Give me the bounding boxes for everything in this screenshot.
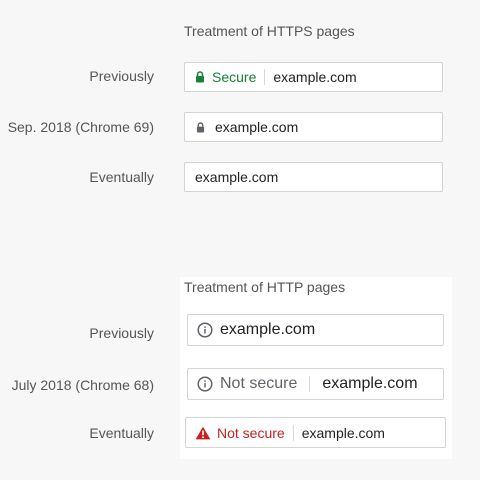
https-address-bar-chrome69[interactable]: example.com [184,112,443,142]
http-row-label-chrome68: July 2018 (Chrome 68) [11,377,154,393]
url-text: example.com [220,321,316,338]
https-row-label-previously: Previously [89,68,154,84]
https-section-heading: Treatment of HTTPS pages [184,23,355,39]
not-secure-badge: Not secure [217,424,285,441]
url-text: example.com [195,169,279,185]
http-address-bar-previously[interactable]: example.com [187,314,444,346]
http-address-bar-eventually[interactable]: Not secure example.com [185,417,446,448]
separator [292,424,294,441]
url-text: example.com [273,69,357,85]
http-row-label-previously: Previously [89,325,154,341]
info-icon [197,322,213,338]
https-row-label-eventually: Eventually [89,169,154,185]
secure-badge: Secure [212,69,257,85]
separator [264,69,266,85]
warning-icon [195,426,211,440]
url-text: example.com [322,375,418,392]
http-row-label-eventually: Eventually [89,425,154,441]
http-address-bar-chrome68[interactable]: Not secure example.com [187,368,444,400]
url-text: example.com [301,424,385,441]
info-icon [197,376,213,392]
http-section-heading: Treatment of HTTP pages [184,279,346,295]
https-row-label-chrome69: Sep. 2018 (Chrome 69) [7,119,154,135]
lock-icon [196,121,205,133]
https-address-bar-eventually[interactable]: example.com [184,162,443,192]
not-secure-badge: Not secure [220,375,298,392]
https-address-bar-previously[interactable]: Secure example.com [184,62,443,92]
url-text: example.com [215,119,299,135]
separator [309,376,311,392]
lock-icon [195,71,205,83]
